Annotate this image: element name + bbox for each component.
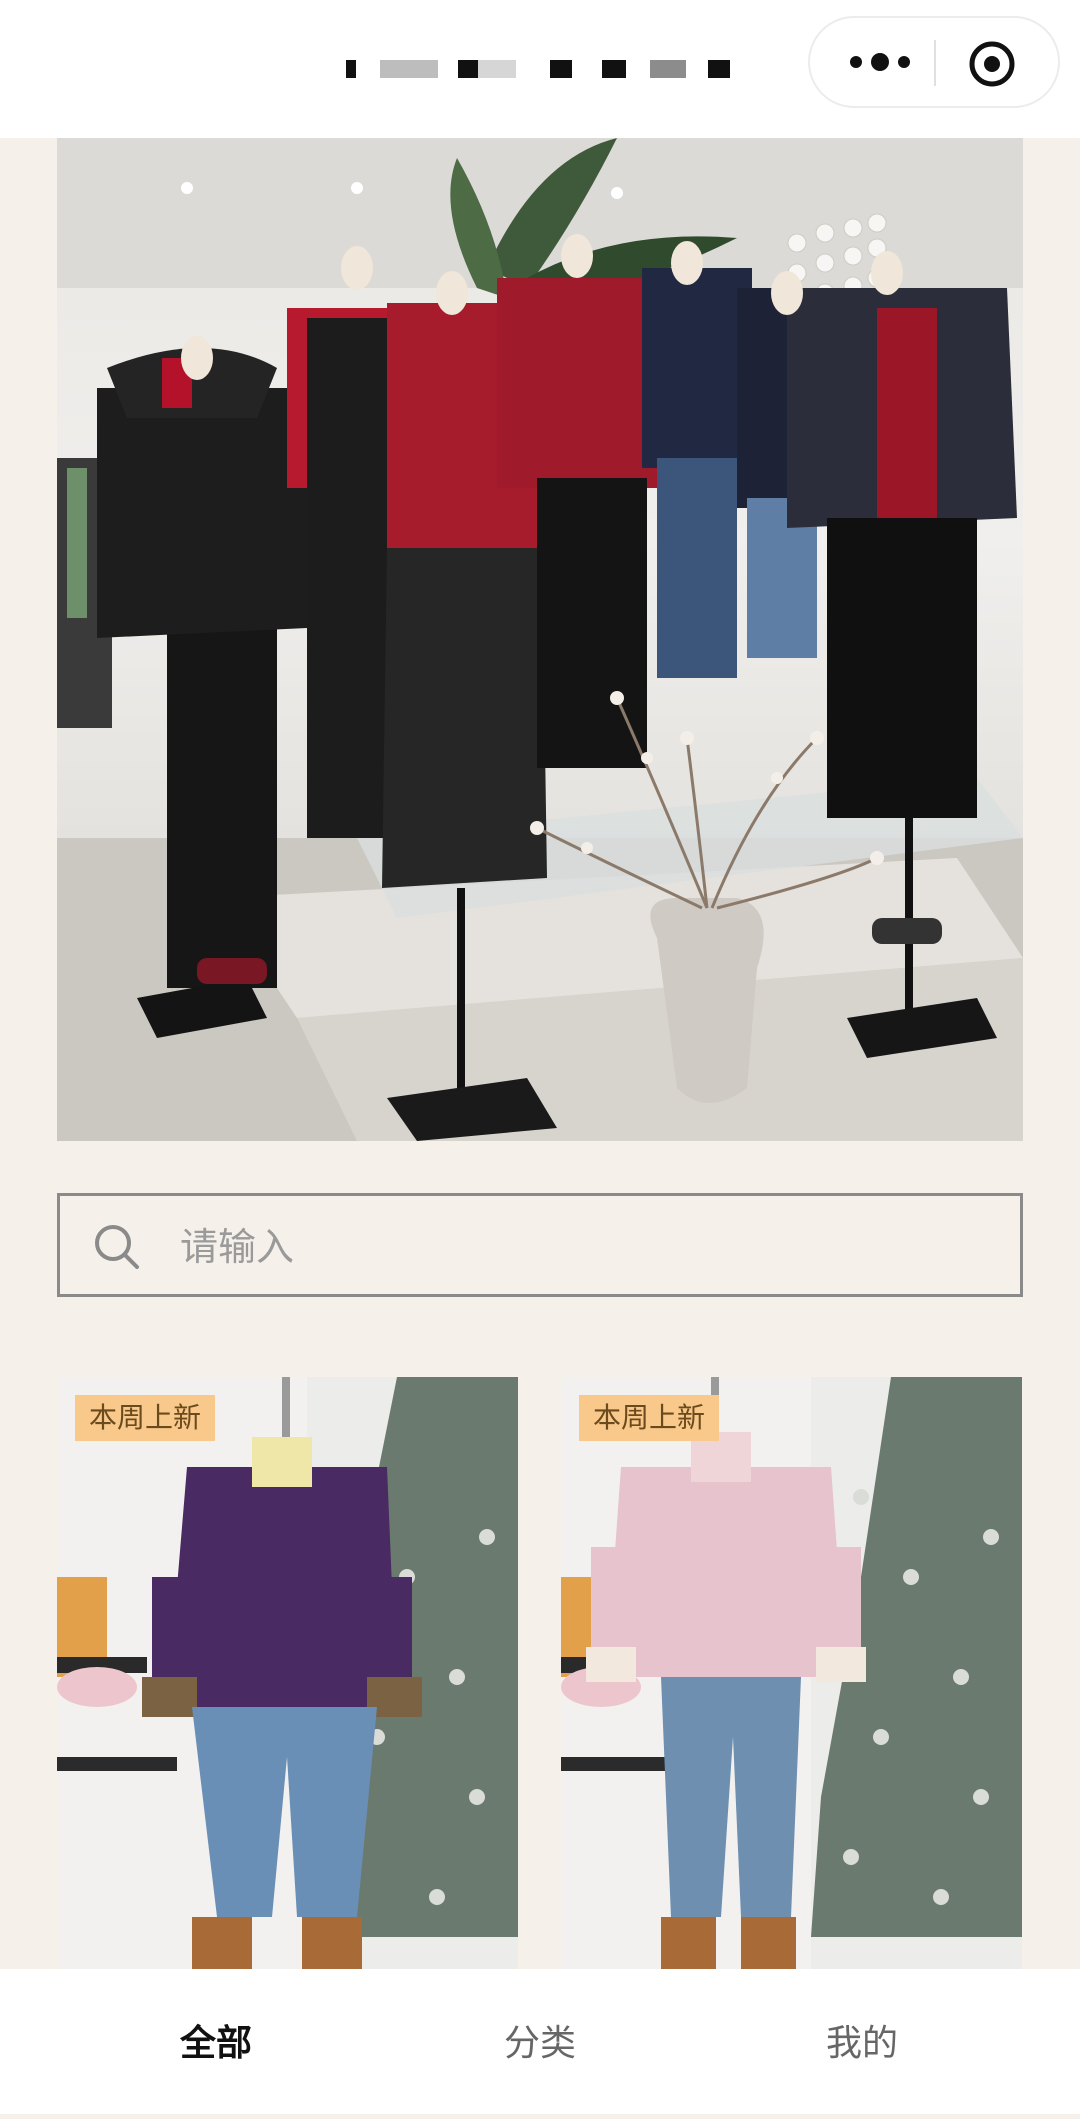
product-card[interactable]: 本周上新 xyxy=(561,1377,1022,1970)
tab-mine[interactable]: 我的 xyxy=(682,1969,1042,2114)
product-image xyxy=(57,1377,518,1970)
page-title-redacted xyxy=(340,50,760,86)
top-navbar xyxy=(0,0,1080,138)
tab-category[interactable]: 分类 xyxy=(360,1969,720,2114)
new-this-week-badge: 本周上新 xyxy=(579,1395,720,1441)
capsule-divider xyxy=(934,40,936,86)
more-dots-icon[interactable] xyxy=(848,50,912,74)
product-card[interactable]: 本周上新 xyxy=(57,1377,518,1970)
search-bar[interactable] xyxy=(57,1193,1023,1297)
target-circle-icon[interactable] xyxy=(968,40,1016,88)
mini-program-capsule xyxy=(808,16,1060,108)
product-image xyxy=(561,1377,1022,1970)
bottom-tab-bar: 全部 分类 我的 xyxy=(0,1969,1080,2114)
new-this-week-badge: 本周上新 xyxy=(75,1395,216,1441)
search-input[interactable] xyxy=(178,1218,982,1276)
store-display-illustration xyxy=(57,138,1023,1141)
banner-image[interactable] xyxy=(57,138,1023,1141)
search-icon xyxy=(95,1225,139,1269)
tab-all[interactable]: 全部 xyxy=(36,1969,396,2114)
